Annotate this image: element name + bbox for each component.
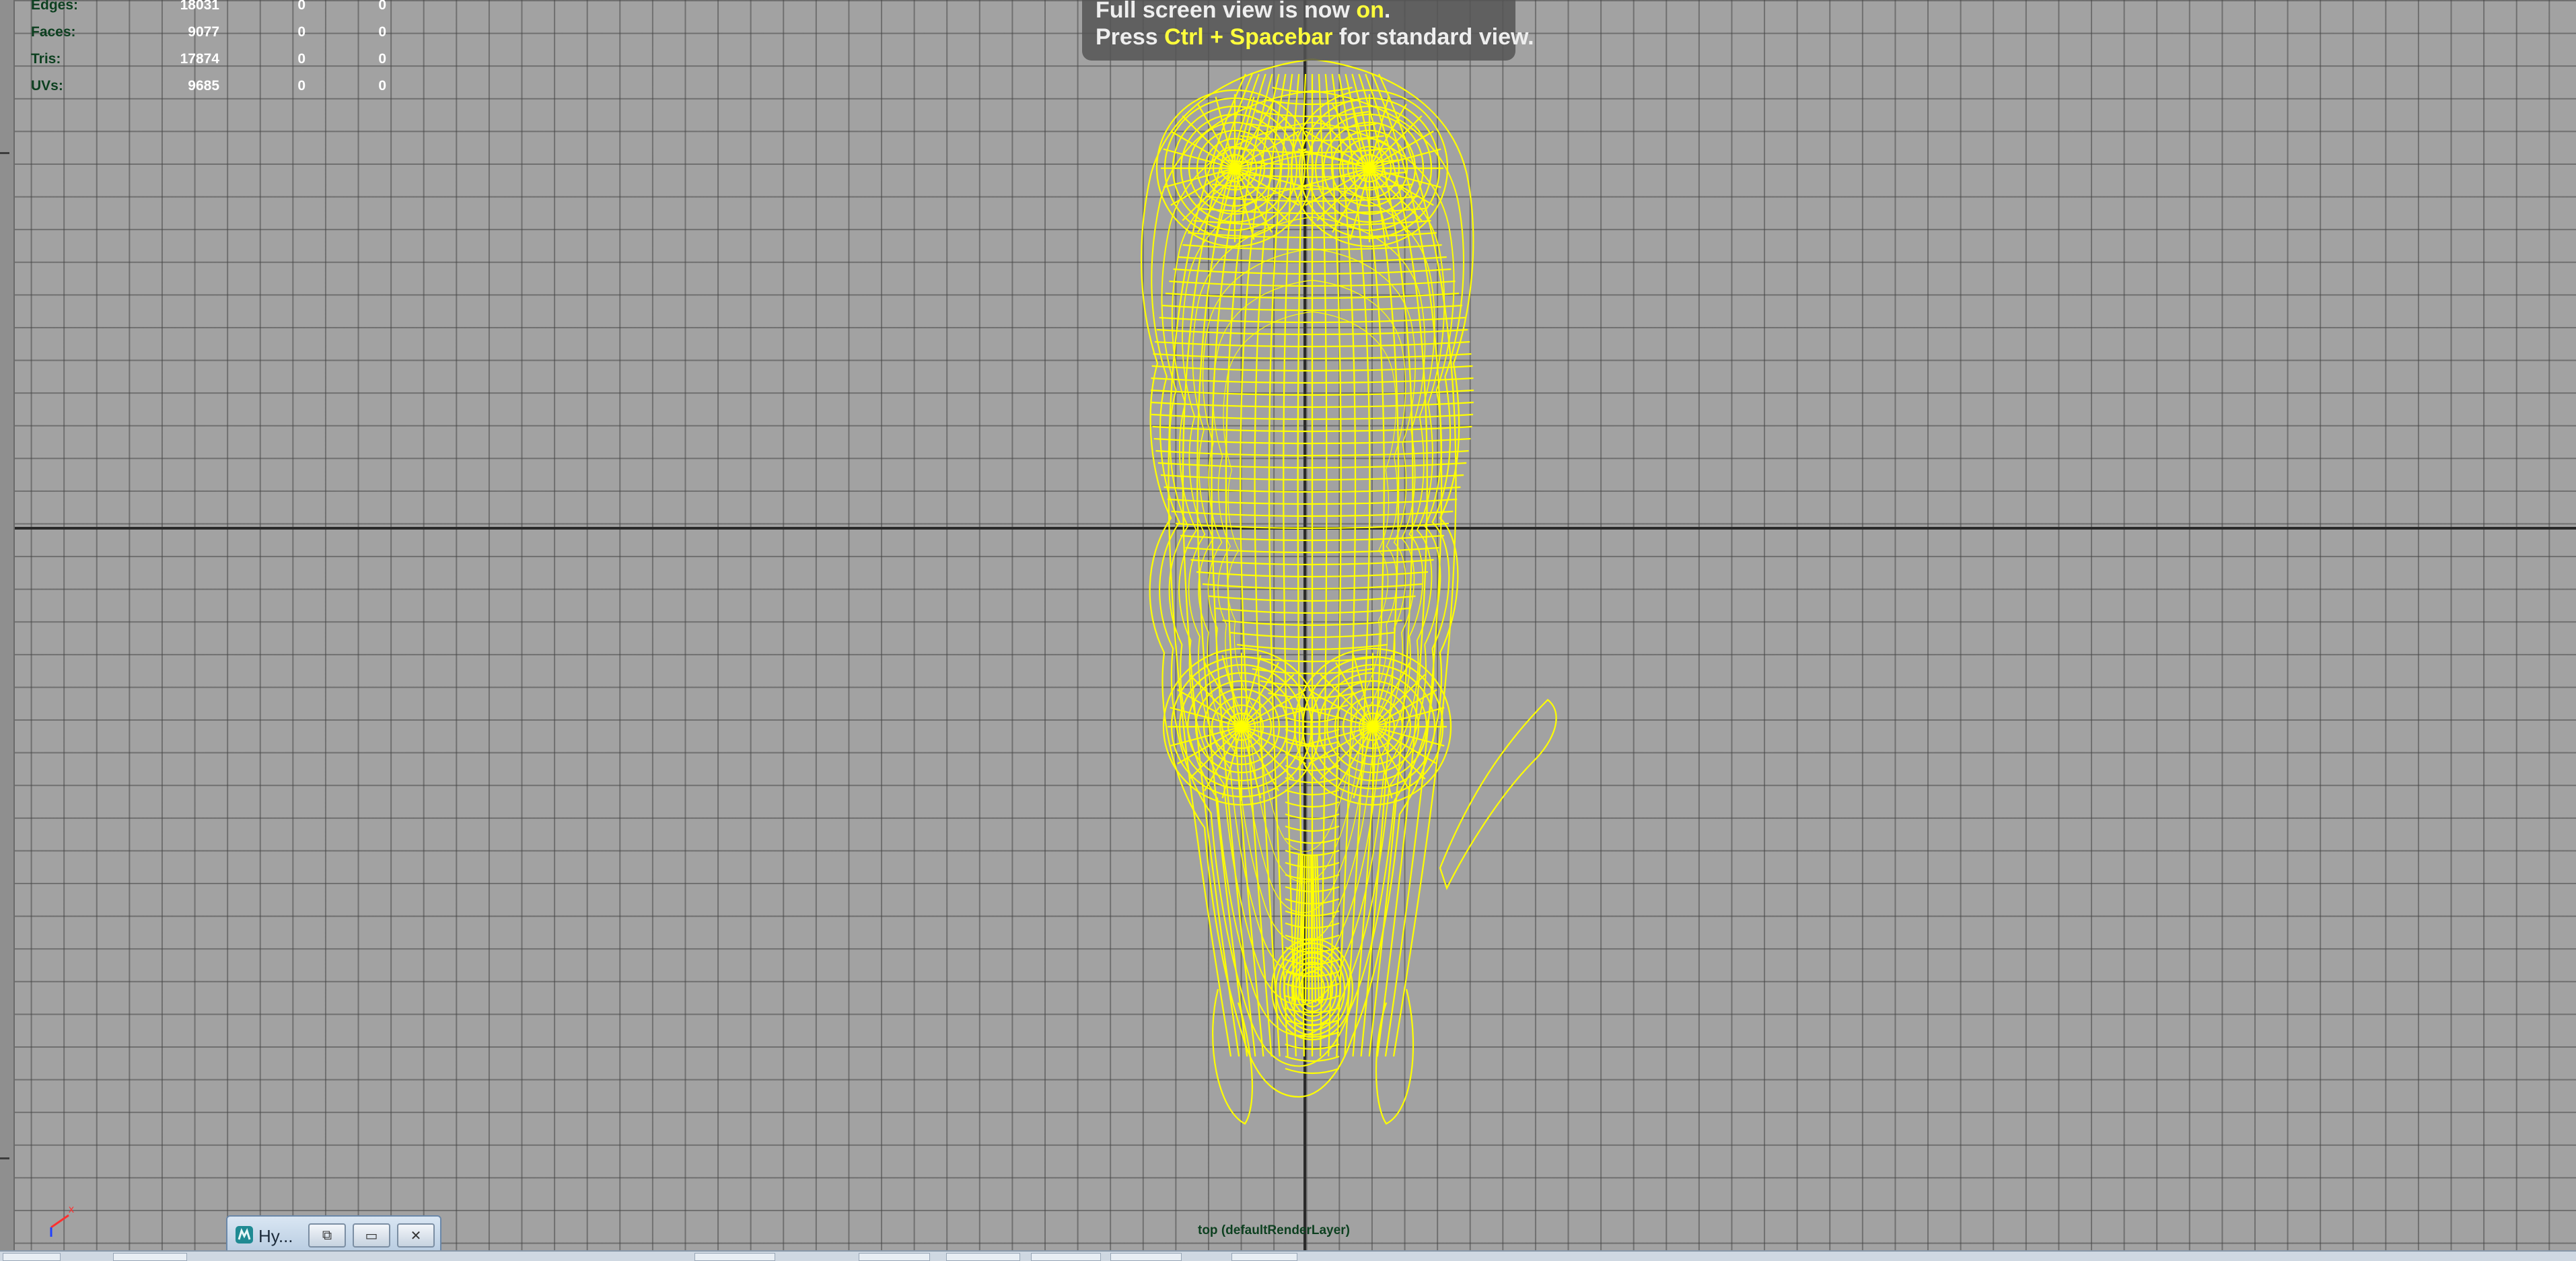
maximize-button[interactable]: ▭ (353, 1223, 390, 1248)
viewport-top[interactable]: Edges: 18031 0 0 Faces: 9077 0 0 Tris: 1… (0, 0, 2576, 1260)
hud-value: 0 (378, 24, 386, 40)
hud-value: 0 (378, 51, 386, 67)
hud-row-faces: Faces: 9077 0 0 (31, 24, 386, 47)
taskbar-slot[interactable] (946, 1253, 1020, 1261)
taskbar-slot[interactable] (3, 1253, 61, 1261)
hud-label: Edges: (31, 0, 79, 13)
minimized-window-hypershade[interactable]: Hy... ⧉ ▭ ✕ (226, 1215, 441, 1256)
camera-label: top (defaultRenderLayer) (1198, 1223, 1350, 1237)
hud-value: 9077 (188, 24, 219, 40)
hud-label: UVs: (31, 78, 63, 94)
taskbar-slot[interactable] (113, 1253, 187, 1261)
taskbar-slot[interactable] (1231, 1253, 1297, 1261)
close-icon: ✕ (410, 1228, 422, 1244)
left-panel-edge (0, 0, 15, 1260)
wireframe-mesh[interactable] (1063, 47, 1561, 1144)
hud-value: 17874 (180, 51, 219, 67)
maya-app-icon (236, 1226, 253, 1244)
taskbar-slot[interactable] (694, 1253, 775, 1261)
fullscreen-notice-line1: Full screen view is now on. (1096, 0, 1391, 23)
maximize-icon: ▭ (365, 1228, 378, 1244)
hud-row-uvs: UVs: 9685 0 0 (31, 78, 386, 101)
hud-value: 0 (378, 78, 386, 94)
hud-value: 9685 (188, 78, 219, 94)
hud-value: 0 (297, 78, 306, 94)
hud-label: Faces: (31, 24, 76, 40)
restore-icon: ⧉ (322, 1227, 332, 1243)
svg-text:x: x (69, 1204, 74, 1215)
hud-value: 0 (297, 0, 306, 13)
hud-row-edges: Edges: 18031 0 0 (31, 0, 386, 20)
hud-value: 0 (378, 0, 386, 13)
fullscreen-notice: Full screen view is now on. Press Ctrl +… (1082, 0, 1534, 61)
hud-row-tris: Tris: 17874 0 0 (31, 51, 386, 74)
taskbar-slot[interactable] (859, 1253, 930, 1261)
close-button[interactable]: ✕ (397, 1223, 435, 1248)
hud-value: 0 (297, 51, 306, 67)
restore-button[interactable]: ⧉ (308, 1223, 346, 1248)
hud-value: 0 (297, 24, 306, 40)
taskbar-slot[interactable] (1110, 1253, 1182, 1261)
hud-label: Tris: (31, 51, 61, 67)
hud-value: 18031 (180, 0, 219, 13)
axis-gizmo-icon: x (50, 1204, 74, 1237)
taskbar-slot[interactable] (1031, 1253, 1101, 1261)
window-title: Hy... (258, 1226, 293, 1246)
fullscreen-notice-line2: Press Ctrl + Spacebar for standard view. (1096, 24, 1534, 50)
